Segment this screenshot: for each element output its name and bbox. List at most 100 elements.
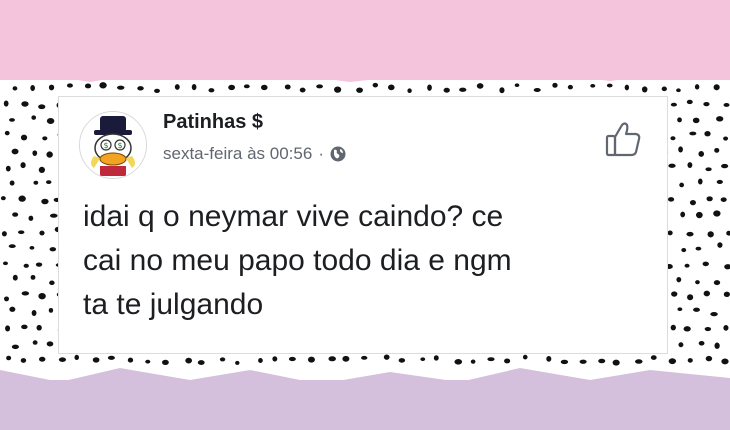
polka-dot — [36, 324, 42, 331]
polka-dot — [38, 104, 46, 110]
polka-dot — [46, 180, 52, 185]
polka-dot — [174, 84, 180, 90]
polka-dot — [721, 163, 729, 169]
polka-dot — [38, 166, 45, 174]
polka-dot — [3, 100, 9, 107]
polka-dot — [686, 231, 694, 237]
polka-dot — [499, 87, 505, 94]
polka-dot — [689, 199, 696, 206]
polka-dot — [670, 324, 676, 331]
polka-dot — [185, 357, 193, 364]
polka-dot — [137, 86, 144, 91]
polka-dot — [703, 102, 710, 107]
facebook-post-card: $ $ Patinhas $ sexta-feira às 00:56 · id… — [58, 96, 668, 354]
polka-dot — [9, 118, 15, 122]
polka-dot — [342, 355, 350, 362]
polka-dot — [9, 306, 16, 312]
polka-dot — [0, 196, 6, 201]
polka-dot — [258, 358, 263, 364]
polka-dot — [670, 136, 676, 141]
polka-dot — [514, 83, 520, 88]
polka-dot — [714, 342, 720, 349]
post-text: idai q o neymar vive caindo? ce cai no m… — [83, 195, 653, 327]
polka-dot — [661, 86, 667, 92]
polka-dot — [671, 291, 678, 297]
polka-dot — [299, 87, 306, 93]
polka-dot — [698, 151, 705, 157]
polka-dot — [650, 355, 657, 360]
polka-dot — [427, 84, 432, 91]
polka-dot — [18, 195, 26, 202]
author-name[interactable]: Patinhas $ — [163, 111, 263, 134]
polka-dot — [33, 180, 39, 185]
polka-dot — [4, 130, 10, 136]
polka-dot — [30, 85, 35, 92]
polka-dot — [454, 359, 463, 365]
polka-dot — [334, 86, 342, 93]
polka-dot — [721, 358, 729, 365]
polka-dot — [533, 87, 541, 92]
polka-dot — [8, 244, 16, 249]
polka-dot — [21, 324, 28, 330]
polka-dot — [689, 131, 697, 136]
globe-icon[interactable] — [330, 146, 346, 162]
polka-dot — [443, 87, 450, 93]
polka-dot — [18, 230, 25, 235]
polka-dot — [714, 147, 720, 153]
polka-dot — [74, 354, 80, 361]
polka-dot — [687, 358, 693, 363]
meta-separator: · — [318, 144, 324, 163]
polka-dot — [235, 360, 240, 365]
polka-dot — [707, 231, 714, 238]
polka-dot — [58, 357, 67, 362]
polka-dot — [687, 294, 694, 301]
polka-dot — [5, 165, 11, 172]
polka-dot — [678, 146, 683, 153]
post-timestamp[interactable]: sexta-feira às 00:56 — [163, 144, 312, 164]
polka-dot — [552, 82, 558, 88]
polka-dot — [433, 355, 439, 361]
polka-dot — [46, 117, 55, 125]
polka-dot — [11, 344, 19, 350]
polka-dot — [713, 84, 720, 91]
polka-dot — [12, 212, 19, 217]
polka-dot — [684, 263, 690, 268]
polka-dot — [35, 262, 43, 267]
polka-dot — [487, 357, 495, 362]
polka-dot — [667, 230, 673, 236]
polka-dot — [1, 231, 7, 237]
polka-dot — [678, 342, 684, 348]
polka-dot — [567, 84, 573, 90]
polka-dot — [695, 280, 700, 285]
polka-dot — [2, 261, 8, 266]
polka-dot — [219, 357, 226, 362]
polka-dot — [695, 211, 703, 219]
polka-dot — [372, 82, 379, 88]
polka-dot — [668, 358, 677, 365]
polka-dot — [387, 84, 395, 91]
polka-dot — [635, 359, 643, 364]
polka-dot — [641, 86, 648, 93]
polka-dot — [21, 101, 29, 107]
avatar[interactable]: $ $ — [79, 111, 147, 179]
polka-dot — [32, 340, 38, 345]
thumbs-up-icon[interactable] — [603, 119, 643, 159]
polka-dot — [420, 357, 426, 361]
polka-dot — [612, 359, 620, 366]
polka-dot — [704, 130, 711, 137]
polka-dot — [228, 84, 236, 91]
polka-dot — [42, 136, 48, 141]
polka-dot — [683, 326, 691, 332]
polka-dot — [459, 87, 467, 92]
polka-dot — [681, 247, 687, 253]
polka-dot — [624, 84, 630, 91]
polka-dot — [21, 291, 30, 296]
post-line: cai no meu papo todo dia e ngm — [83, 244, 512, 277]
polka-dot — [680, 211, 686, 218]
polka-dot — [383, 354, 390, 360]
polka-dot — [716, 179, 723, 184]
scrooge-mcduck-avatar: $ $ — [80, 112, 146, 178]
polka-dot — [697, 178, 703, 185]
polka-dot — [260, 84, 268, 91]
polka-dot — [12, 274, 18, 281]
